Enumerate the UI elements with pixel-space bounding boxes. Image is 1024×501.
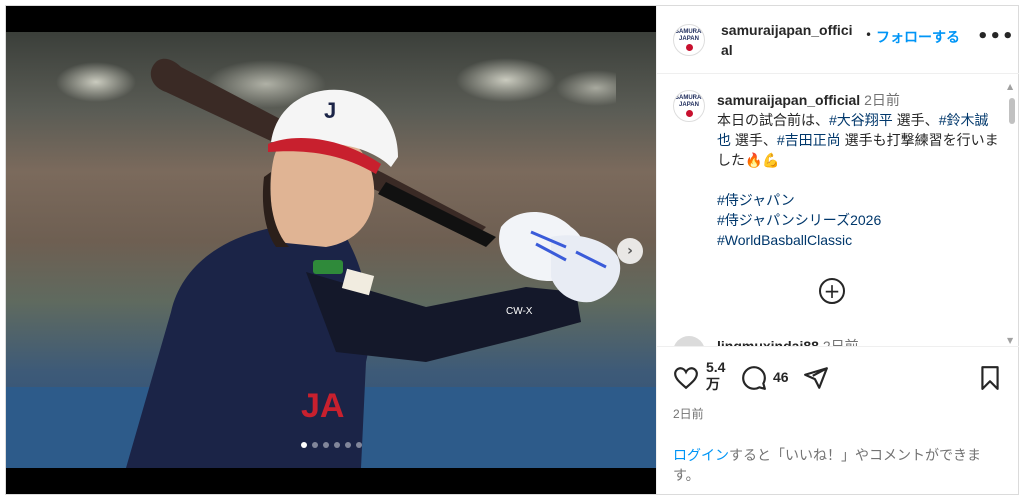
caption-text: 選手、: [892, 112, 939, 128]
svg-text:CW-X: CW-X: [506, 306, 533, 317]
bookmark-icon[interactable]: [977, 365, 1003, 391]
post-username[interactable]: samuraijapan_official: [721, 20, 857, 60]
avatar-logo-text: SAMURAI JAPAN: [675, 95, 703, 108]
avatar[interactable]: [673, 336, 705, 346]
like-count-unit: 万: [706, 376, 720, 392]
post-side-panel: SAMURAI JAPAN samuraijapan_official • フォロ…: [656, 6, 1019, 494]
chevron-right-icon: ›: [627, 243, 633, 259]
login-link[interactable]: ログイン: [673, 447, 729, 463]
slide-dot: [300, 442, 307, 448]
caption-text: 本日の試合前は、: [717, 112, 829, 128]
flag-sun-icon: [685, 110, 693, 117]
next-slide-button[interactable]: ›: [617, 238, 643, 264]
hashtag-link[interactable]: #吉田正尚: [777, 132, 841, 148]
post-header: SAMURAI JAPAN samuraijapan_official • フォロ…: [657, 6, 1019, 74]
login-prompt: ログインすると「いいね！」やコメントができます。: [673, 445, 1005, 485]
caption-username[interactable]: samuraijapan_official: [717, 92, 860, 108]
comments-list[interactable]: SAMURAI JAPAN samuraijapan_official 2日前 本…: [657, 74, 1019, 346]
scrollbar-thumb[interactable]: [1009, 98, 1015, 124]
hashtag-link[interactable]: #大谷翔平: [829, 112, 893, 128]
avatar[interactable]: SAMURAI JAPAN: [673, 90, 705, 122]
caption-body: samuraijapan_official 2日前 本日の試合前は、#大谷翔平 …: [717, 90, 999, 250]
svg-text:JA: JA: [301, 387, 344, 425]
scroll-down-icon[interactable]: ▼: [1007, 336, 1013, 345]
caption-text: 選手、: [731, 132, 777, 148]
more-options-icon[interactable]: •••: [977, 26, 1015, 47]
post-photo[interactable]: JA CW-X J: [6, 32, 656, 468]
load-more-comments-button[interactable]: +: [819, 278, 845, 304]
slide-dot: [355, 442, 362, 448]
post-dialog: JA CW-X J › SAMURAI JAPAN samuraijapan_o…: [5, 5, 1019, 495]
slide-dot: [311, 442, 318, 448]
avatar[interactable]: SAMURAI JAPAN: [673, 24, 705, 56]
heart-icon[interactable]: [673, 365, 699, 391]
share-icon[interactable]: [803, 365, 829, 391]
comment-count: 46: [773, 369, 789, 385]
batter-illustration: JA CW-X J: [126, 58, 621, 468]
separator-dot: •: [865, 28, 873, 42]
scroll-up-icon[interactable]: ▲: [1007, 82, 1013, 91]
like-count-number: 5.4: [706, 359, 726, 375]
avatar-logo-text: SAMURAI JAPAN: [675, 29, 703, 42]
media-panel: JA CW-X J ›: [6, 6, 656, 494]
slide-dot: [344, 442, 351, 448]
comment-icon[interactable]: [741, 365, 767, 391]
svg-text:J: J: [324, 98, 336, 123]
slide-indicator: [6, 442, 656, 448]
slide-dot: [322, 442, 329, 448]
comment-time: 2日前: [822, 338, 859, 346]
hashtag-link[interactable]: #侍ジャパン: [717, 190, 999, 210]
post-date[interactable]: 2日前: [673, 405, 704, 422]
caption-time: 2日前: [864, 92, 900, 108]
follow-button[interactable]: フォローする: [876, 27, 960, 47]
like-count[interactable]: 5.4 万: [706, 359, 730, 393]
add-comment-icon: +: [823, 279, 841, 303]
hashtag-list: #侍ジャパン #侍ジャパンシリーズ2026 #WorldBasballClass…: [717, 190, 999, 250]
slide-dot: [333, 442, 340, 448]
hashtag-link[interactable]: #WorldBasballClassic: [717, 230, 999, 250]
hashtag-link[interactable]: #侍ジャパンシリーズ2026: [717, 210, 999, 230]
post-actions: 5.4 万 46 2日前 ログインすると「いいね！」やコメントができます。: [657, 346, 1019, 494]
comment-username-text[interactable]: lingmuxindai88: [717, 338, 819, 346]
comment-username[interactable]: lingmuxindai88 2日前: [717, 336, 859, 346]
flag-sun-icon: [685, 44, 693, 51]
